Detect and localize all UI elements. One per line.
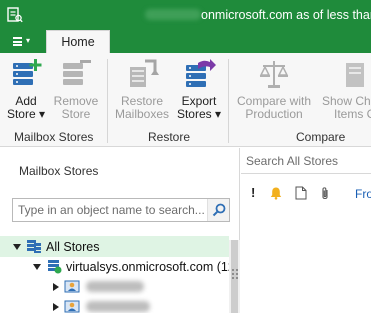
export-stores-icon bbox=[186, 59, 216, 87]
ribbon-separator bbox=[107, 59, 108, 143]
from-column-header[interactable]: Fro bbox=[355, 187, 371, 201]
window-title: onmicrosoft.com as of less than bbox=[201, 8, 371, 22]
ribbon-separator bbox=[228, 59, 229, 143]
group-label-mailbox-stores: Mailbox Stores bbox=[14, 130, 94, 144]
redacted-mailbox-name bbox=[86, 281, 144, 292]
bell-icon[interactable] bbox=[269, 186, 283, 200]
redacted-mailbox-name bbox=[86, 301, 150, 312]
tree-item-mailbox[interactable] bbox=[0, 276, 229, 297]
expand-arrow-icon[interactable] bbox=[53, 303, 59, 311]
changed-items-icon bbox=[346, 63, 364, 87]
group-label-compare: Compare bbox=[296, 130, 346, 144]
add-store-icon bbox=[13, 59, 42, 85]
add-store-label-2: Store ▾ bbox=[6, 107, 46, 121]
restore-mailboxes-icon bbox=[130, 59, 159, 87]
remove-store-button[interactable]: Remove Store bbox=[52, 57, 100, 127]
pane-title: Mailbox Stores bbox=[19, 164, 99, 178]
export-stores-button[interactable]: Export Stores ▾ bbox=[176, 57, 222, 127]
tree-item-all-stores[interactable]: All Stores bbox=[0, 236, 229, 257]
chevron-down-icon: ▾ bbox=[26, 36, 31, 45]
remove-store-label-2: Store bbox=[61, 107, 91, 121]
items-pane: ! Fro bbox=[241, 148, 371, 313]
restore-mailboxes-label-2: Mailboxes bbox=[114, 107, 170, 121]
object-search-input[interactable] bbox=[13, 199, 207, 221]
restore-mailboxes-button[interactable]: Restore Mailboxes bbox=[114, 57, 170, 127]
search-button[interactable] bbox=[207, 199, 229, 221]
file-menu-button[interactable]: ▾ bbox=[0, 30, 40, 53]
organization-icon bbox=[48, 260, 62, 274]
expand-arrow-icon[interactable] bbox=[53, 283, 59, 291]
compare-with-production-button[interactable]: Compare with Production bbox=[233, 57, 315, 127]
search-icon bbox=[212, 203, 226, 217]
resize-grip-icon[interactable] bbox=[231, 268, 239, 280]
show-changed-label-2: Items C bbox=[334, 107, 371, 121]
remove-store-icon bbox=[63, 60, 91, 85]
app-icon bbox=[7, 7, 23, 23]
tree-label-organization: virtualsys.onmicrosoft.com (12 bbox=[66, 260, 235, 274]
scales-icon bbox=[259, 61, 289, 88]
ribbon-tab-row: ▾ Home bbox=[0, 30, 371, 53]
importance-column-icon[interactable]: ! bbox=[251, 185, 255, 200]
attachment-icon[interactable] bbox=[320, 186, 330, 201]
stores-icon bbox=[27, 240, 41, 253]
mailbox-icon bbox=[64, 280, 80, 293]
export-stores-label-2: Stores ▾ bbox=[176, 107, 222, 121]
add-store-button[interactable]: Add Store ▾ bbox=[6, 57, 46, 127]
tree-item-mailbox[interactable] bbox=[0, 296, 229, 313]
group-label-restore: Restore bbox=[148, 130, 191, 144]
document-icon[interactable] bbox=[295, 186, 307, 200]
object-search bbox=[12, 198, 230, 222]
tree-item-organization[interactable]: virtualsys.onmicrosoft.com (12 bbox=[0, 256, 235, 277]
compare-label-2: Production bbox=[245, 107, 303, 121]
mailbox-icon bbox=[64, 300, 80, 313]
tree-label-all-stores: All Stores bbox=[46, 240, 100, 254]
mailbox-stores-pane: Mailbox Stores All Stores bbox=[0, 148, 240, 313]
show-changed-items-button[interactable]: Show Cha Items C bbox=[318, 57, 371, 127]
menu-icon bbox=[13, 37, 22, 46]
ribbon: Add Store ▾ Remove Store Restore Mailbox… bbox=[0, 53, 371, 147]
store-search bbox=[241, 148, 371, 174]
store-search-input[interactable] bbox=[241, 148, 371, 173]
expand-arrow-icon[interactable] bbox=[13, 244, 21, 250]
expand-arrow-icon[interactable] bbox=[33, 264, 41, 270]
tab-home[interactable]: Home bbox=[46, 30, 110, 53]
redacted-tenant-name bbox=[145, 9, 201, 20]
title-bar: onmicrosoft.com as of less than bbox=[0, 0, 371, 30]
